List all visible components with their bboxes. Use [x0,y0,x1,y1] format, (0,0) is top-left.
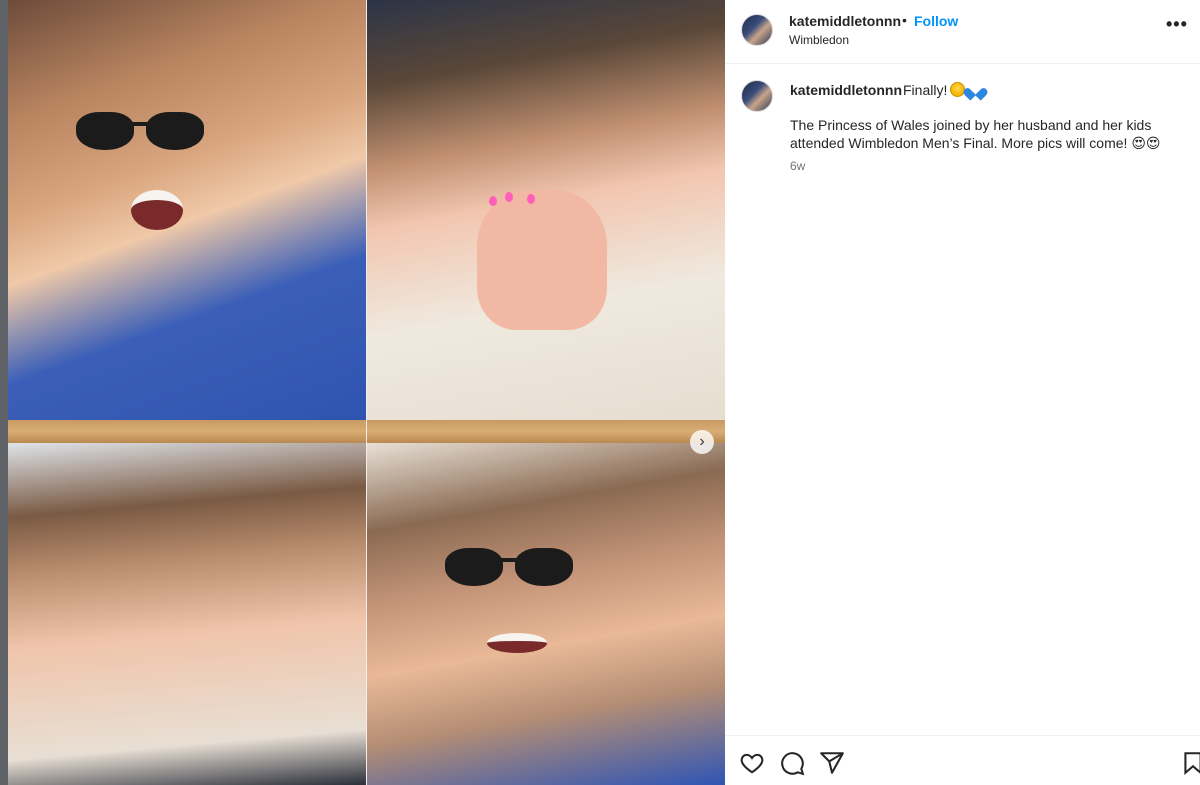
bookmark-button[interactable] [1180,749,1200,777]
sunglasses-graphic [76,112,206,152]
hands-graphic [477,190,607,330]
post-username[interactable]: katemiddletonnn [789,13,901,29]
separator-dot: • [902,12,907,28]
comment-button[interactable] [779,749,807,777]
caption-first-line: Finally! [903,82,983,98]
caption-username[interactable]: katemiddletonnn [790,82,902,98]
post-header: katemiddletonnn • Follow Wimbledon ••• [725,0,1200,64]
like-button[interactable] [739,749,767,777]
collage-divider-vertical [366,0,367,785]
next-image-button[interactable]: › [690,430,714,454]
smile-graphic [487,633,547,653]
share-icon [820,752,844,774]
follow-button[interactable]: Follow [914,13,958,29]
action-bar [725,735,1200,785]
photo-woman-sunglasses-smiling [367,443,725,785]
chevron-right-icon: › [699,433,705,450]
window-edge [0,0,8,785]
photo-girl-hands-over-mouth [367,0,725,420]
post-timestamp[interactable]: 6w [790,159,805,173]
sunglasses-graphic [445,548,575,588]
avatar[interactable] [741,14,773,46]
comment-icon [781,752,805,776]
post-media-collage[interactable]: › [8,0,725,785]
open-mouth-graphic [131,190,183,230]
post-location[interactable]: Wimbledon [789,33,849,47]
share-button[interactable] [819,749,847,777]
heart-icon [740,753,764,774]
blue-heart-emoji-icon [968,83,983,97]
photo-woman-sunglasses-cheering [8,0,366,420]
caption-first-text: Finally! [903,82,948,98]
more-options-icon[interactable]: ••• [1166,14,1188,35]
post-details-panel: katemiddletonnn • Follow Wimbledon ••• k… [725,0,1200,785]
bookmark-icon [1184,752,1200,775]
caption-body: The Princess of Wales joined by her husb… [790,117,1161,151]
photo-girl-grimacing [8,443,366,785]
caption-avatar[interactable] [741,80,773,112]
